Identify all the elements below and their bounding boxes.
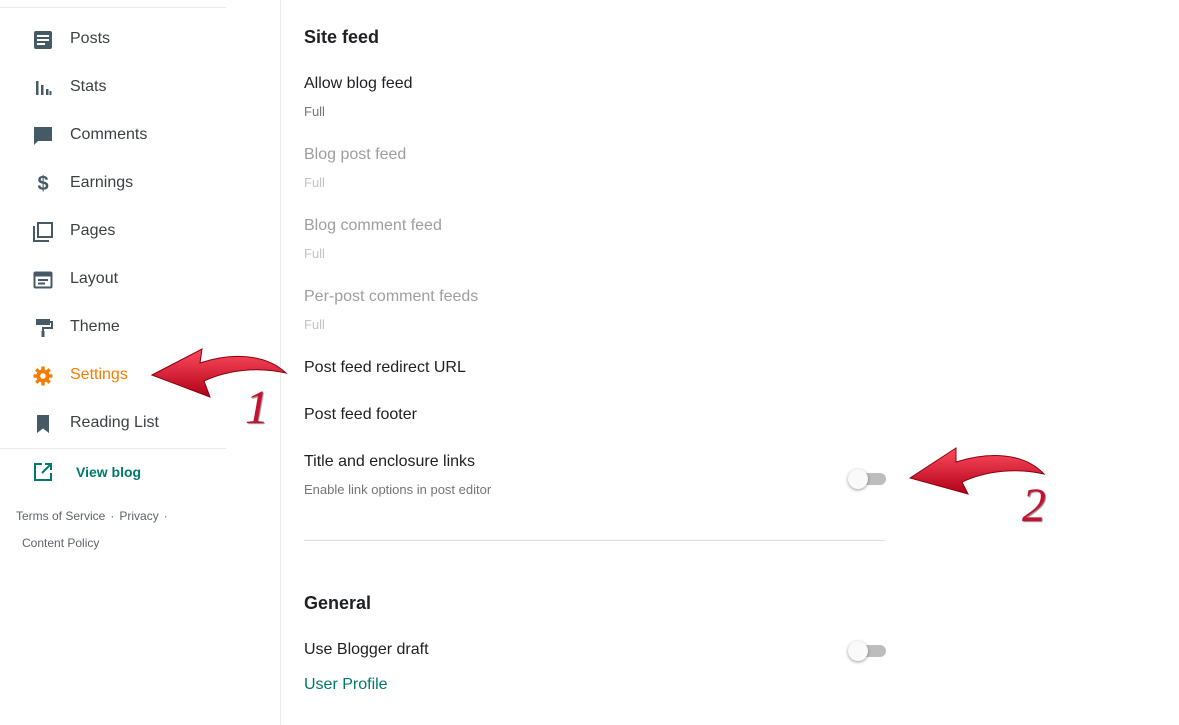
- annotation-arrow-1: [150, 348, 288, 398]
- sidebar-item-stats[interactable]: Stats: [0, 63, 226, 111]
- sidebar-item-label: Comments: [70, 126, 148, 143]
- setting-value: Full: [304, 104, 325, 119]
- sidebar-item-theme[interactable]: Theme: [0, 303, 226, 351]
- comments-icon: [32, 125, 54, 147]
- setting-description: Enable link options in post editor: [304, 482, 492, 497]
- sidebar-item-posts[interactable]: Posts: [0, 15, 226, 63]
- setting-per-post-comment-feeds: Per-post comment feeds Full: [304, 288, 886, 332]
- setting-allow-blog-feed[interactable]: Allow blog feed Full: [304, 75, 886, 119]
- sidebar-divider: [0, 448, 226, 449]
- setting-blog-comment-feed: Blog comment feed Full: [304, 217, 886, 261]
- user-profile-link[interactable]: User Profile: [304, 676, 388, 694]
- setting-name: Post feed redirect URL: [304, 359, 466, 376]
- bookmark-icon: [32, 413, 54, 435]
- setting-title-enclosure-links: Title and enclosure links Enable link op…: [304, 453, 886, 497]
- section-divider: [304, 540, 885, 541]
- setting-name: Post feed footer: [304, 406, 417, 423]
- sidebar-item-earnings[interactable]: $ Earnings: [0, 159, 226, 207]
- stats-icon: [32, 77, 54, 99]
- sidebar-item-label: Theme: [70, 318, 120, 335]
- use-blogger-draft-toggle[interactable]: [848, 641, 886, 661]
- setting-blog-post-feed: Blog post feed Full: [304, 146, 886, 190]
- sidebar-item-layout[interactable]: Layout: [0, 255, 226, 303]
- sidebar-item-label: Reading List: [70, 414, 159, 431]
- posts-icon: [32, 29, 54, 51]
- sidebar-item-label: Posts: [70, 30, 111, 47]
- toggle-knob: [848, 469, 868, 489]
- section-title-general: General: [304, 593, 372, 613]
- setting-name: Per-post comment feeds: [304, 288, 479, 305]
- footer-links: Terms of Service · Privacy · Content Policy: [16, 503, 216, 557]
- open-in-new-icon: [33, 462, 55, 484]
- setting-post-feed-redirect-url[interactable]: Post feed redirect URL: [304, 359, 886, 377]
- paint-roller-icon: [32, 317, 54, 339]
- sidebar-item-reading-list[interactable]: Reading List: [0, 399, 226, 447]
- sidebar-item-label: Pages: [70, 222, 116, 239]
- view-blog-link[interactable]: View blog: [0, 454, 226, 492]
- setting-post-feed-footer[interactable]: Post feed footer: [304, 406, 886, 424]
- dollar-icon: $: [37, 172, 49, 195]
- sidebar-item-pages[interactable]: Pages: [0, 207, 226, 255]
- section-title-site-feed: Site feed: [304, 27, 380, 47]
- setting-value: Full: [304, 246, 325, 261]
- gear-icon: [32, 365, 54, 387]
- sidebar-item-label: Settings: [70, 366, 128, 383]
- sidebar-item-comments[interactable]: Comments: [0, 111, 226, 159]
- sidebar-item-label: Earnings: [70, 174, 134, 191]
- footer-separator: ·: [110, 509, 115, 523]
- terms-of-service-link[interactable]: Terms of Service: [16, 509, 105, 523]
- setting-name: Blog post feed: [304, 146, 407, 163]
- annotation-number-1: 1: [245, 381, 269, 434]
- setting-name: Blog comment feed: [304, 217, 442, 234]
- title-enclosure-links-toggle[interactable]: [848, 469, 886, 489]
- setting-name: Allow blog feed: [304, 75, 413, 92]
- setting-value: Full: [304, 175, 325, 190]
- layout-icon: [32, 269, 54, 291]
- content-policy-link[interactable]: Content Policy: [22, 536, 99, 550]
- setting-value: Full: [304, 317, 325, 332]
- sidebar-item-label: Stats: [70, 78, 107, 95]
- privacy-link[interactable]: Privacy: [119, 509, 158, 523]
- setting-name: Use Blogger draft: [304, 641, 429, 658]
- annotation-number-2: 2: [1022, 479, 1046, 532]
- sidebar-item-label: Layout: [70, 270, 119, 287]
- pages-icon: [32, 221, 54, 243]
- toggle-knob: [848, 641, 868, 661]
- footer-separator: ·: [163, 509, 168, 523]
- view-blog-label: View blog: [76, 464, 142, 480]
- setting-use-blogger-draft: Use Blogger draft: [304, 641, 886, 659]
- sidebar-top-divider: [0, 7, 226, 8]
- setting-name: Title and enclosure links: [304, 453, 476, 470]
